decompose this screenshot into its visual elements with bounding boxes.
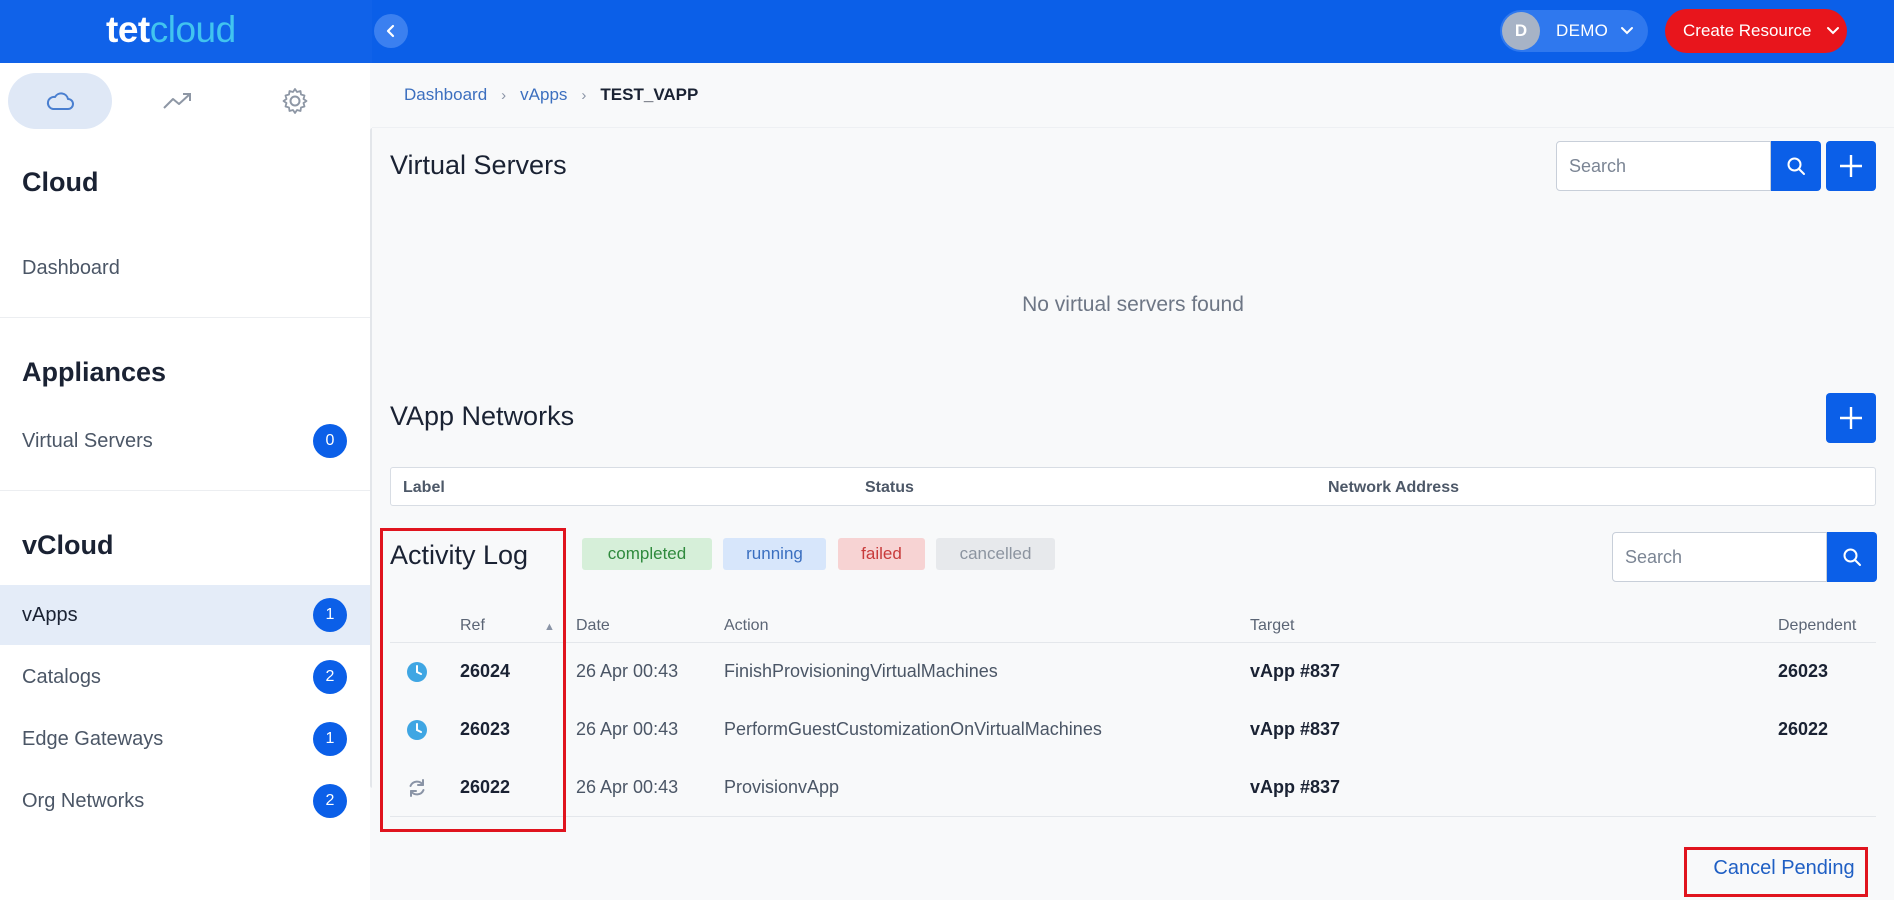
tet-cloud-logo[interactable]: tetcloud [106, 9, 236, 51]
count-badge: 1 [313, 598, 347, 632]
target-cell[interactable]: vApp #837 [1250, 719, 1340, 740]
sidebar-divider [0, 317, 370, 318]
logo-cloud-text: cloud [149, 9, 236, 50]
sidebar-item-dashboard[interactable]: Dashboard [0, 238, 370, 298]
gear-icon [282, 88, 308, 114]
chevron-down-icon [1621, 27, 1634, 35]
dependent-cell[interactable]: 26022 [1778, 719, 1828, 740]
sidebar-item-vapps[interactable]: vApps 1 [0, 585, 370, 645]
sidebar-tabs [0, 63, 370, 135]
count-badge: 1 [313, 722, 347, 756]
sidebar-item-label: Virtual Servers [22, 429, 153, 452]
sidebar-item-label: Org Networks [22, 789, 145, 812]
section-title-cloud: Cloud [22, 167, 99, 197]
search-icon [1787, 157, 1805, 175]
breadcrumb-separator: › [581, 86, 587, 104]
sidebar-item-org-networks[interactable]: Org Networks 2 [0, 771, 370, 831]
plus-icon [1840, 407, 1862, 429]
table-row[interactable]: 26022 26 Apr 00:43 ProvisionvApp vApp #8… [390, 759, 1876, 817]
dependent-cell[interactable]: 26023 [1778, 661, 1828, 682]
sidebar-divider [0, 490, 370, 491]
date-cell: 26 Apr 00:43 [576, 719, 679, 739]
filter-running[interactable]: running [723, 538, 826, 570]
plus-icon [1840, 155, 1862, 177]
column-header-action[interactable]: Action [724, 617, 768, 635]
action-cell: FinishProvisioningVirtualMachines [724, 661, 998, 681]
tab-cloud[interactable] [8, 73, 112, 129]
virtual-servers-search-input[interactable] [1556, 141, 1771, 191]
filter-cancelled[interactable]: cancelled [936, 538, 1055, 570]
add-vapp-network-button[interactable] [1826, 393, 1876, 443]
column-header-dependent[interactable]: Dependent [1778, 617, 1856, 635]
breadcrumb-current: TEST_VAPP [600, 85, 699, 104]
activity-log-search-input[interactable] [1612, 532, 1827, 582]
table-row[interactable]: 26024 26 Apr 00:43 FinishProvisioningVir… [390, 643, 1876, 701]
sidebar-item-label: Dashboard [22, 256, 120, 279]
chevron-left-icon [386, 24, 395, 38]
sidebar-item-label: Edge Gateways [22, 727, 164, 750]
add-virtual-server-button[interactable] [1826, 141, 1876, 191]
filter-completed[interactable]: completed [582, 538, 712, 570]
target-cell[interactable]: vApp #837 [1250, 661, 1340, 682]
create-resource-label: Create Resource [1683, 21, 1812, 40]
activity-log-search-button[interactable] [1827, 532, 1877, 582]
breadcrumb-vapps[interactable]: vApps [520, 85, 567, 105]
target-cell[interactable]: vApp #837 [1250, 777, 1340, 798]
section-title-appliances: Appliances [22, 357, 167, 387]
table-divider [390, 816, 1876, 817]
section-title-vcloud: vCloud [22, 530, 114, 560]
column-header-status[interactable]: Status [865, 479, 914, 497]
count-badge: 2 [313, 784, 347, 818]
action-cell: ProvisionvApp [724, 777, 840, 797]
top-bar: tetcloud D DEMO Create Resource [0, 0, 1894, 63]
breadcrumb: Dashboard › vApps › TEST_VAPP [404, 85, 698, 105]
logo-tet-text: tet [106, 9, 150, 50]
sidebar-item-virtual-servers[interactable]: Virtual Servers 0 [0, 411, 370, 471]
breadcrumb-dashboard[interactable]: Dashboard [404, 85, 487, 105]
avatar: D [1502, 12, 1540, 50]
header-divider [372, 127, 1894, 128]
sidebar-item-label: vApps [22, 603, 78, 626]
brand-area: tetcloud [0, 0, 372, 63]
action-cell: PerformGuestCustomizationOnVirtualMachin… [724, 719, 1102, 739]
column-header-label[interactable]: Label [403, 479, 445, 497]
sidebar-item-catalogs[interactable]: Catalogs 2 [0, 647, 370, 707]
sidebar-item-label: Catalogs [22, 665, 101, 688]
tab-analytics[interactable] [126, 73, 230, 129]
sidebar-item-edge-gateways[interactable]: Edge Gateways 1 [0, 709, 370, 769]
table-row[interactable]: 26023 26 Apr 00:43 PerformGuestCustomiza… [390, 701, 1876, 759]
count-badge: 0 [313, 424, 347, 458]
column-header-target[interactable]: Target [1250, 617, 1294, 635]
user-menu[interactable]: D DEMO [1500, 10, 1648, 52]
cloud-icon [46, 92, 74, 110]
main-content: Dashboard › vApps › TEST_VAPP Virtual Se… [372, 63, 1894, 900]
filter-failed[interactable]: failed [838, 538, 925, 570]
column-header-date[interactable]: Date [576, 617, 610, 635]
highlight-activity-log-ref-column [380, 528, 566, 832]
trend-icon [163, 93, 191, 109]
breadcrumb-separator: › [501, 86, 507, 104]
date-cell: 26 Apr 00:43 [576, 777, 679, 797]
collapse-sidebar-button[interactable] [374, 14, 408, 48]
vapp-networks-title: VApp Networks [390, 401, 575, 431]
sidebar: Cloud Dashboard Appliances Virtual Serve… [0, 63, 370, 900]
tab-settings[interactable] [243, 73, 347, 129]
empty-state-message: No virtual servers found [1022, 293, 1244, 316]
virtual-servers-title: Virtual Servers [390, 150, 567, 180]
chevron-down-icon [1826, 27, 1839, 35]
highlight-cancel-pending [1684, 847, 1868, 897]
search-icon [1843, 548, 1861, 566]
date-cell: 26 Apr 00:43 [576, 661, 679, 681]
vapp-networks-table-header: Label Status Network Address [390, 467, 1876, 506]
user-name: DEMO [1556, 21, 1609, 40]
count-badge: 2 [313, 660, 347, 694]
column-header-network-address[interactable]: Network Address [1328, 479, 1459, 497]
virtual-servers-search-button[interactable] [1771, 141, 1821, 191]
create-resource-button[interactable]: Create Resource [1665, 9, 1847, 53]
